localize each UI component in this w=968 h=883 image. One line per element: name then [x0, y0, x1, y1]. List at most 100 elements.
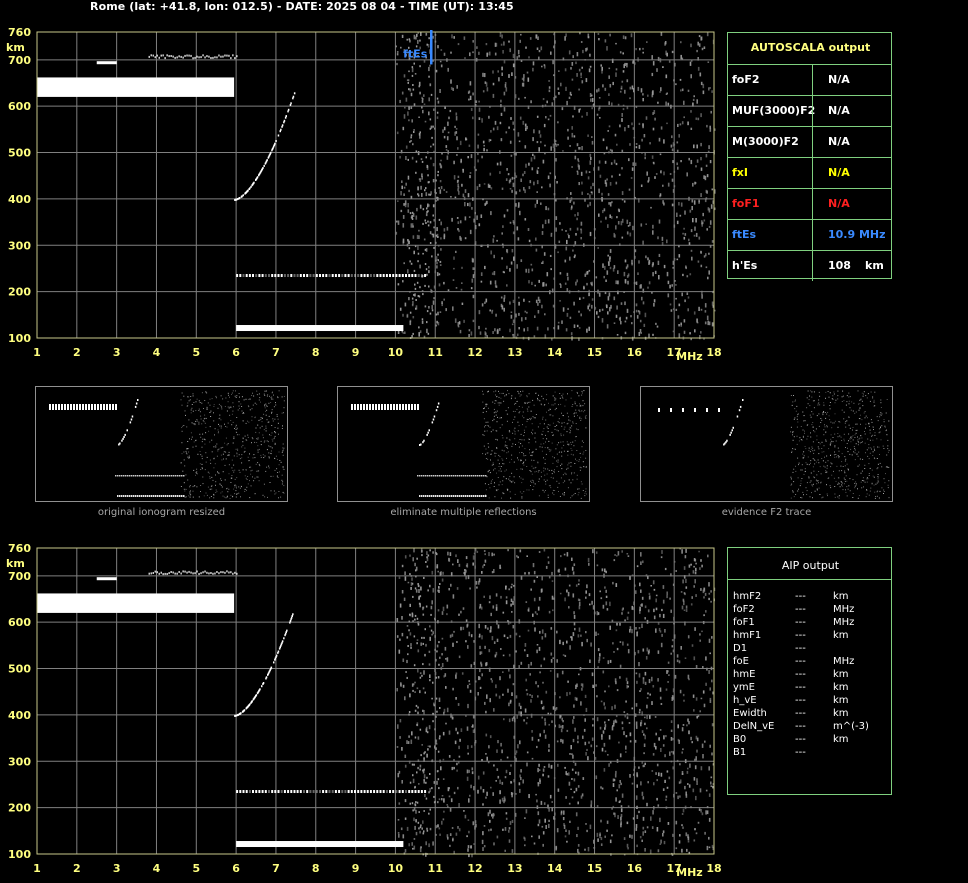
y-tick-label: 600 [8, 100, 31, 113]
ftes-marker-label: ftEs [403, 48, 428, 61]
x-tick-label: 10 [388, 862, 404, 875]
aip-value: --- [795, 734, 806, 745]
autoscala-key: MUF(3000)F2 [732, 104, 816, 117]
aip-row-fof2: foF2 --- MHz [733, 604, 883, 617]
aip-unit: MHz [833, 617, 855, 628]
autoscala-separator [812, 189, 813, 219]
autoscala-value: N/A [828, 166, 850, 179]
aip-value: --- [795, 591, 806, 602]
y-tick-label: 300 [8, 239, 31, 252]
y-tick-label: 700 [8, 570, 31, 583]
thumbnail-eliminate-reflections [337, 386, 590, 502]
aip-value: --- [795, 669, 806, 680]
autoscala-separator [812, 158, 813, 188]
autoscala-row-h-es: h'Es 108 km [728, 250, 891, 281]
aip-unit: km [833, 734, 849, 745]
y-tick-label: 700 [8, 54, 31, 67]
x-tick-label: 9 [352, 862, 360, 875]
autoscala-value: 10.9 MHz [828, 228, 886, 241]
x-tick-label: 2 [73, 346, 81, 359]
aip-key: ymE [733, 682, 755, 693]
x-tick-label: 12 [467, 862, 482, 875]
aip-divider [728, 579, 891, 580]
aip-key: hmF1 [733, 630, 762, 641]
aip-value: --- [795, 721, 806, 732]
x-tick-label: 5 [192, 862, 200, 875]
x-tick-label: 16 [627, 862, 643, 875]
noise-field [395, 32, 716, 341]
autoscala-value: 108 [828, 259, 851, 272]
aip-key: foE [733, 656, 749, 667]
y-unit-label: km [6, 41, 25, 54]
aip-unit: km [833, 669, 849, 680]
thumbnail-caption: evidence F2 trace [721, 507, 812, 518]
aip-key: D1 [733, 643, 748, 654]
y-tick-label: 400 [8, 709, 31, 722]
x-tick-label: 5 [192, 346, 200, 359]
aip-key: B0 [733, 734, 747, 745]
y-tick-label: 600 [8, 616, 31, 629]
noise-field [396, 548, 716, 858]
ionogram-header: Rome (lat: +41.8, lon: 012.5) - DATE: 20… [90, 0, 514, 13]
strong-echo-block [37, 593, 235, 613]
x-tick-label: 2 [73, 862, 81, 875]
aip-unit: km [833, 591, 849, 602]
y-tick-label: 760 [8, 26, 31, 39]
autoscala-key: fxI [732, 166, 748, 179]
es-trace [236, 841, 404, 848]
autoscala-key: ftEs [732, 228, 757, 241]
x-tick-label: 15 [587, 346, 602, 359]
x-tick-label: 15 [587, 862, 602, 875]
aip-row-fof1: foF1 --- MHz [733, 617, 883, 630]
thumbnail-caption: original ionogram resized [97, 507, 226, 518]
x-tick-label: 18 [706, 862, 721, 875]
aip-key: foF1 [733, 617, 755, 628]
autoscala-key: M(3000)F2 [732, 135, 799, 148]
x-tick-label: 4 [153, 862, 161, 875]
x-unit-label: MHz [676, 350, 703, 363]
autoscala-row-fxi: fxI N/A [728, 157, 891, 188]
aip-panel: AIP output hmF2 --- km foF2 --- MHz foF1 --- MHz… [727, 547, 892, 795]
autoscala-separator [812, 96, 813, 126]
x-tick-label: 14 [547, 346, 563, 359]
aip-row-b0: B0 --- km [733, 734, 883, 747]
autoscala-separator [812, 220, 813, 250]
aip-value: --- [795, 656, 806, 667]
thumbnail-frame [35, 386, 288, 502]
x-tick-label: 10 [388, 346, 404, 359]
x-tick-label: 13 [507, 346, 522, 359]
aip-row-deln-ve: DelN_vE --- m^(-3) [733, 721, 883, 734]
aip-key: DelN_vE [733, 721, 775, 732]
autoscala-value: N/A [828, 135, 850, 148]
x-tick-label: 8 [312, 346, 320, 359]
autoscala-key: foF2 [732, 73, 760, 86]
x-unit-label: MHz [676, 866, 703, 879]
trace-echoes [37, 570, 427, 848]
thumbnail-original-ionogram [35, 386, 288, 502]
x-tick-label: 11 [428, 862, 443, 875]
autoscala-separator [812, 65, 813, 95]
x-tick-label: 8 [312, 862, 320, 875]
autoscala-row-fof1: foF1 N/A [728, 188, 891, 219]
aip-value: --- [795, 695, 806, 706]
x-tick-label: 3 [113, 862, 121, 875]
strong-echo-block [37, 77, 235, 97]
aip-key: hmF2 [733, 591, 762, 602]
y-tick-label: 200 [8, 286, 31, 299]
x-tick-label: 16 [627, 346, 643, 359]
thumbnail-caption: eliminate multiple reflections [390, 507, 537, 518]
aip-key: foF2 [733, 604, 755, 615]
thumbnail-evidence-f2 [640, 386, 893, 502]
aip-key: h_vE [733, 695, 757, 706]
aip-key: B1 [733, 747, 747, 758]
autoscala-panel: AUTOSCALA output foF2 N/A MUF(3000)F2 N/A M(… [727, 32, 892, 281]
aip-row-d1: D1 --- [733, 643, 883, 656]
y-tick-label: 100 [8, 332, 31, 345]
y-tick-label: 500 [8, 663, 31, 676]
y-tick-label: 100 [8, 848, 31, 861]
x-tick-label: 1 [33, 862, 41, 875]
aip-row-hmf2: hmF2 --- km [733, 591, 883, 604]
autoscala-row-m-3000-f2: M(3000)F2 N/A [728, 126, 891, 157]
y-tick-label: 760 [8, 542, 31, 555]
aip-value: --- [795, 604, 806, 615]
